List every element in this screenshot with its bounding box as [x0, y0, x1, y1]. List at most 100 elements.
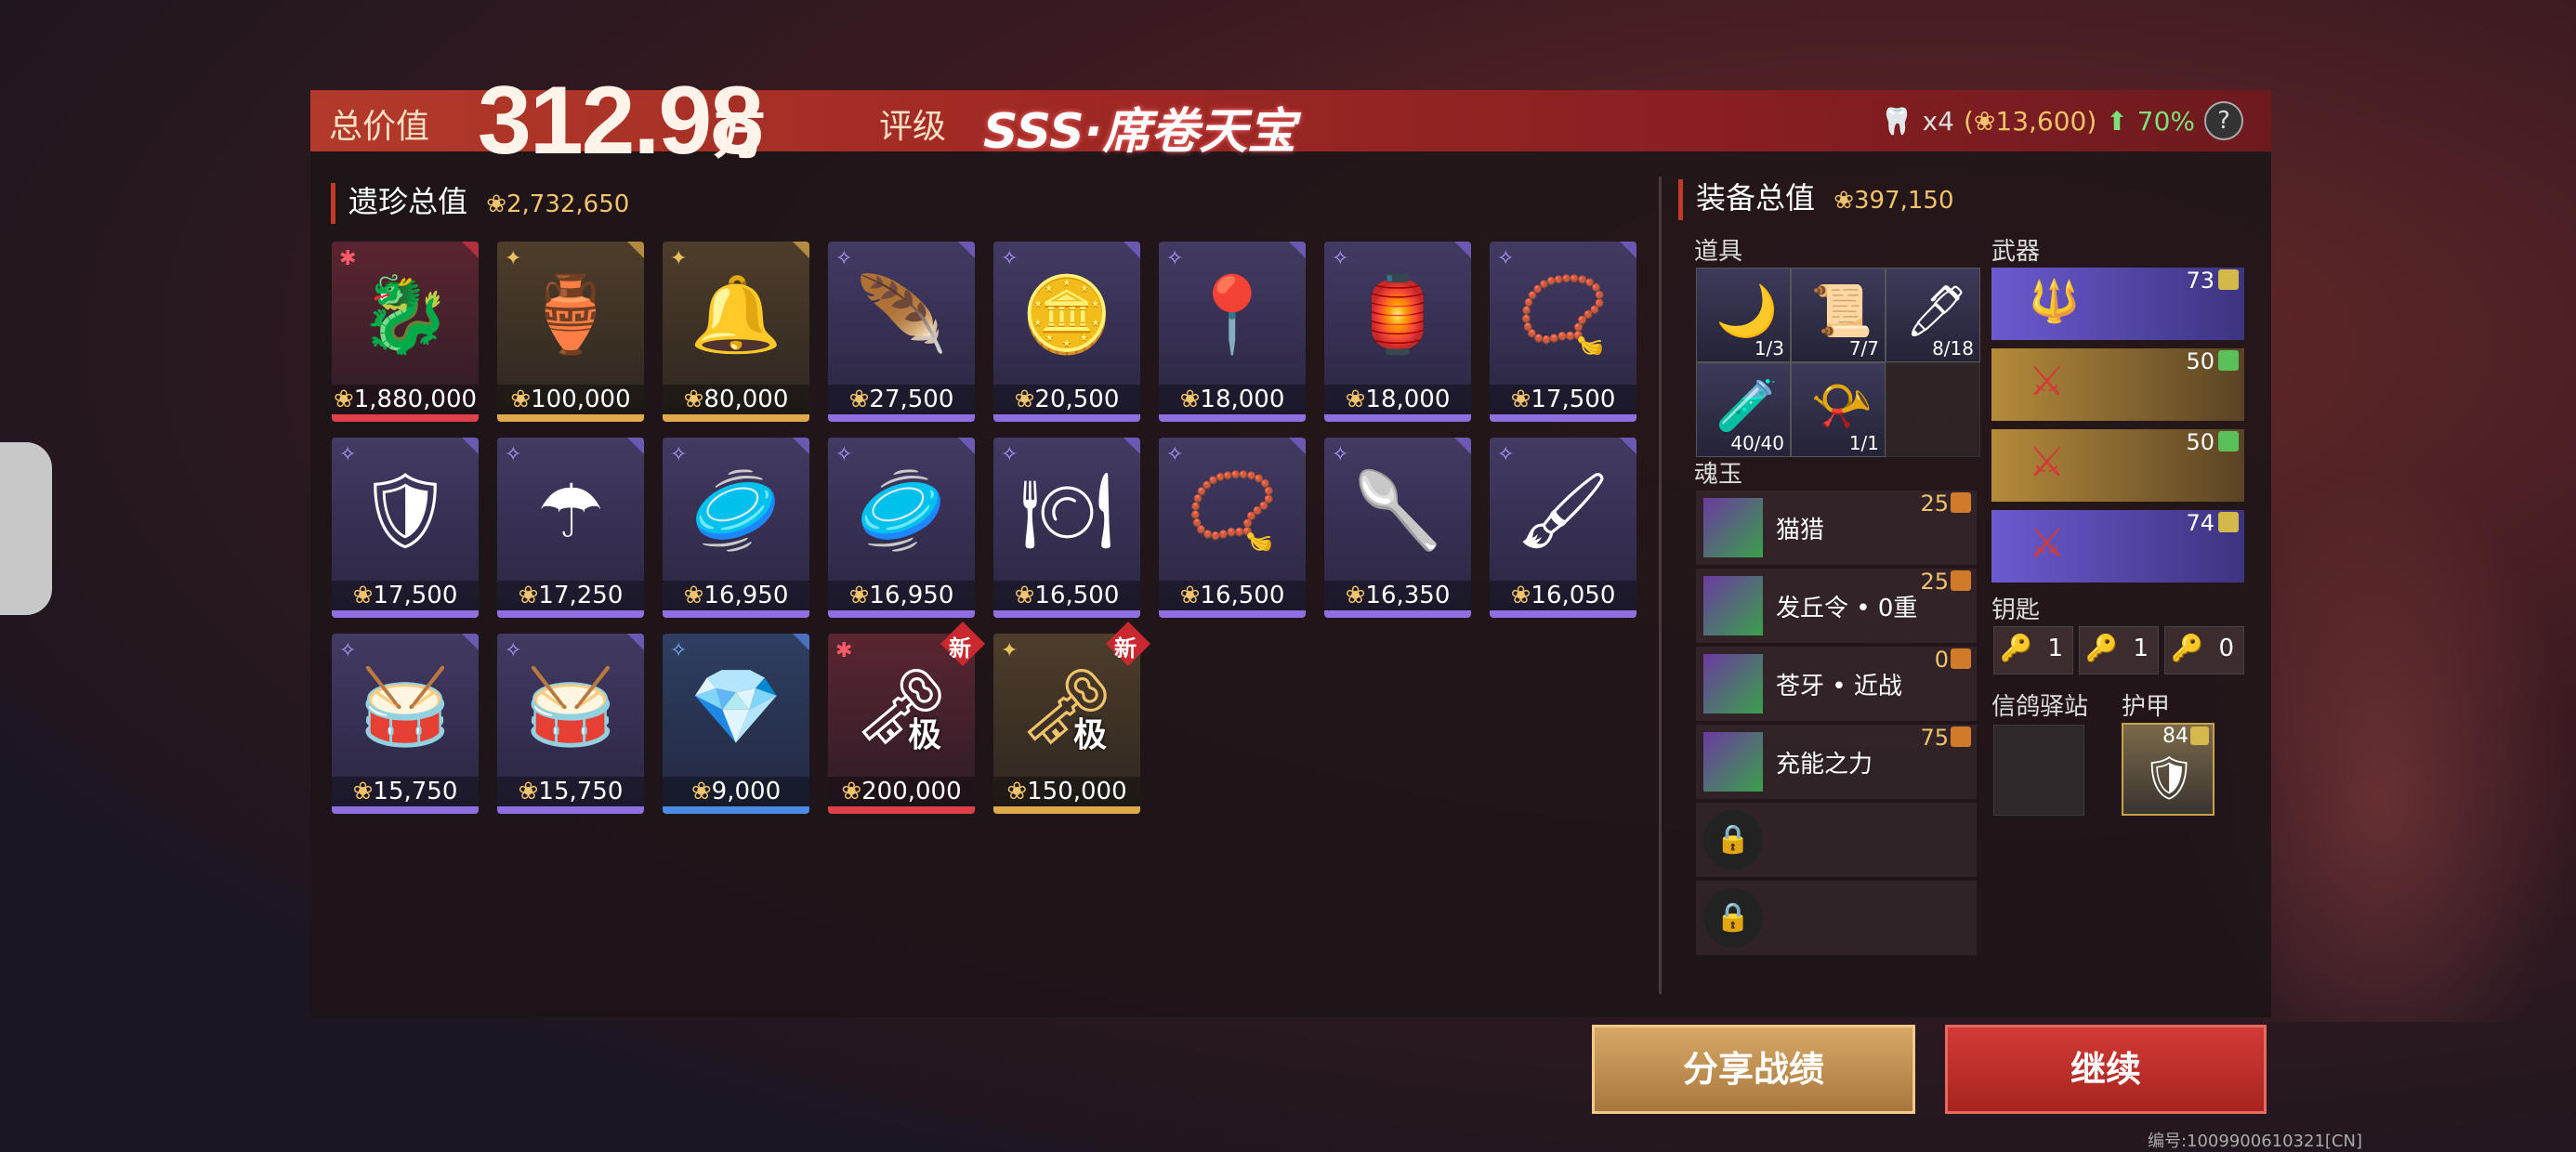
- relic-price-value: 200,000: [861, 778, 962, 805]
- relic-item[interactable]: ✧ ☂ ❀17,250: [497, 438, 644, 618]
- bonus-percent: 70%: [2136, 105, 2195, 137]
- red-blade-icon: ⚔: [2029, 439, 2066, 486]
- armor-slot[interactable]: 🛡 84: [2122, 723, 2215, 816]
- weapon-slot[interactable]: 🔱 73: [1991, 268, 2244, 340]
- tooth-value: 13,600: [1995, 105, 2087, 137]
- corner-mark: [627, 438, 644, 454]
- relic-item[interactable]: ✧ 🏮 ❀18,000: [1324, 242, 1471, 422]
- tool-slot[interactable]: 🧪 40/40: [1696, 362, 1791, 457]
- rarity-icon: ✧: [1001, 247, 1019, 270]
- share-results-button[interactable]: 分享战绩: [1592, 1025, 1915, 1114]
- side-pull-tab[interactable]: [0, 442, 52, 615]
- armor-label: 护甲: [2122, 693, 2171, 721]
- weapon-slot[interactable]: ⚔ 74: [1991, 510, 2244, 583]
- relic-item[interactable]: ✱ 🐉 ❀1,880,000: [332, 242, 479, 422]
- rarity-bar: [332, 806, 479, 814]
- trumpet-icon: 📯: [1810, 376, 1873, 435]
- key-slot[interactable]: 🔑 1: [1993, 626, 2073, 674]
- corner-mark: [1620, 242, 1636, 258]
- tool-slot[interactable]: 🌙 1/3: [1696, 268, 1791, 362]
- equipment-section-title: 装备总值 ❀397,150: [1678, 175, 1954, 220]
- corner-mark: [462, 438, 479, 454]
- rarity-bar: [663, 806, 809, 814]
- armor-level: 84: [2162, 725, 2188, 748]
- relic-item[interactable]: ✧ 🥁 ❀15,750: [497, 634, 644, 814]
- key-slot[interactable]: 🔑 0: [2164, 626, 2244, 674]
- soul-level: 25: [1920, 491, 1949, 517]
- tooth-value-wrapper: (❀13,600): [1964, 106, 2096, 137]
- help-button[interactable]: ?: [2204, 101, 2243, 140]
- weapon-level: 50: [2186, 348, 2215, 374]
- relic-item[interactable]: ✧ 📿 ❀17,500: [1490, 242, 1636, 422]
- soul-jade-slot[interactable]: 猫猎 25: [1696, 491, 1977, 565]
- corner-mark: [1454, 438, 1471, 454]
- relic-item[interactable]: ✧ 📿 ❀16,500: [1159, 438, 1306, 618]
- relic-price-value: 100,000: [531, 386, 631, 413]
- tool-slot[interactable]: 🖊 8/18: [1886, 268, 1980, 362]
- cymbal-icon: 🥏: [855, 467, 948, 554]
- tool-count: 1/3: [1754, 337, 1784, 360]
- rarity-bar: [828, 806, 975, 814]
- bead-necklace-icon: 📿: [1186, 467, 1279, 554]
- soul-slot-locked: 🔒: [1696, 881, 1977, 955]
- rarity-bar: [993, 610, 1140, 618]
- corner-mark: [958, 438, 975, 454]
- soul-level: 25: [1920, 569, 1949, 595]
- relic-item[interactable]: ✧ 🪶 ❀27,500: [828, 242, 975, 422]
- pigeon-station-slot[interactable]: [1993, 725, 2084, 816]
- relic-item[interactable]: ✧ 🍽 ❀16,500: [993, 438, 1140, 618]
- corner-mark: [1124, 438, 1140, 454]
- header-stats: 🦷 x4 (❀13,600) ⬆ 70% ?: [1881, 101, 2243, 140]
- relic-item[interactable]: ✧ 🥁 ❀15,750: [332, 634, 479, 814]
- level-shield-icon: [1951, 648, 1971, 669]
- relic-item[interactable]: ✧ 🪙 ❀20,500: [993, 242, 1140, 422]
- new-badge: 新: [940, 621, 986, 667]
- relic-item[interactable]: ✧ 🛡 ❀17,500: [332, 438, 479, 618]
- rarity-icon: ✧: [835, 443, 853, 466]
- equipment-total-value: 397,150: [1853, 187, 1954, 215]
- relic-price: ❀20,500: [993, 385, 1140, 414]
- rarity-icon: ✧: [505, 443, 522, 466]
- relic-item[interactable]: ✧ 🥏 ❀16,950: [663, 438, 809, 618]
- relic-price-value: 17,500: [373, 582, 458, 609]
- relic-item[interactable]: ✧ 💎 ❀9,000: [663, 634, 809, 814]
- relic-item[interactable]: ✦ 🏺 ❀100,000: [497, 242, 644, 422]
- tool-slot-empty[interactable]: [1886, 362, 1980, 457]
- rarity-icon: ✱: [835, 639, 853, 662]
- relic-price-value: 16,500: [1034, 582, 1120, 609]
- weapon-slot[interactable]: ⚔ 50: [1991, 429, 2244, 502]
- equipment-total: ❀397,150: [1833, 187, 1953, 215]
- rarity-bar: [497, 806, 644, 814]
- soul-jade-slot[interactable]: 发丘令 • 0重 25: [1696, 569, 1977, 643]
- tool-slot[interactable]: 📜 7/7: [1791, 268, 1886, 362]
- relic-price-value: 18,000: [1200, 386, 1285, 413]
- relic-price: ❀80,000: [663, 385, 809, 414]
- level-shield-icon: [1951, 492, 1971, 513]
- corner-mark: [627, 634, 644, 650]
- level-shield-icon: [1951, 727, 1971, 747]
- soul-jade-slot[interactable]: 苍牙 • 近战 0: [1696, 647, 1977, 721]
- relic-price-value: 16,350: [1365, 582, 1451, 609]
- relic-item[interactable]: ✧ 🖌 ❀16,050: [1490, 438, 1636, 618]
- coin-icon: ❀: [1179, 386, 1201, 413]
- spear-icon: 🔱: [2029, 278, 2080, 325]
- new-badge: 新: [1105, 621, 1151, 667]
- rarity-icon: ✧: [1332, 247, 1349, 270]
- coin-icon: ❀: [518, 778, 539, 805]
- relic-item[interactable]: ✦ 🔔 ❀80,000: [663, 242, 809, 422]
- relic-item[interactable]: ✧ 🥄 ❀16,350: [1324, 438, 1471, 618]
- soul-jade-slot[interactable]: 充能之力 75: [1696, 725, 1977, 799]
- coin-icon: ❀: [1014, 386, 1035, 413]
- continue-button[interactable]: 继续: [1945, 1025, 2267, 1114]
- coin-icon: ❀: [848, 582, 870, 609]
- relic-item[interactable]: ✧ 📍 ❀18,000: [1159, 242, 1306, 422]
- section-accent-bar: [1678, 179, 1683, 220]
- rarity-icon: ✦: [505, 247, 522, 270]
- tool-slot[interactable]: 📯 1/1: [1791, 362, 1886, 457]
- key-red-icon: 🔑: [2085, 633, 2118, 663]
- relic-price: ❀200,000: [828, 777, 975, 806]
- coin-icon: ❀: [1345, 386, 1366, 413]
- weapon-slot[interactable]: ⚔ 50: [1991, 348, 2244, 421]
- key-slot[interactable]: 🔑 1: [2079, 626, 2159, 674]
- relic-item[interactable]: ✧ 🥏 ❀16,950: [828, 438, 975, 618]
